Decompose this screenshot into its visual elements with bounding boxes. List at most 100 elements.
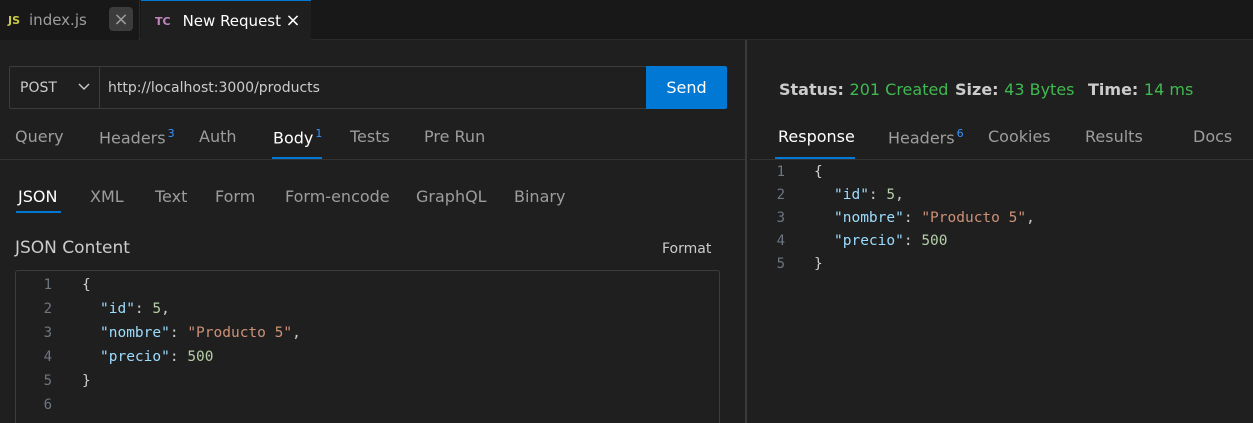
tab-text[interactable]: Text xyxy=(155,187,187,206)
active-tab-indicator xyxy=(272,157,322,159)
method-label: POST xyxy=(20,79,57,96)
javascript-file-icon: JS xyxy=(8,13,21,27)
tab-json[interactable]: JSON xyxy=(18,187,57,206)
code-token: "nombre" xyxy=(834,210,904,226)
tab-form-encode[interactable]: Form-encode xyxy=(285,187,390,206)
size-indicator: Size: 43 Bytes xyxy=(955,80,1075,99)
tab-binary[interactable]: Binary xyxy=(514,187,565,206)
code-line: "id": 5, xyxy=(100,301,170,317)
response-viewer: 1 2 3 4 5 { "id": 5, "nombre": "Producto… xyxy=(750,160,1253,423)
tab-new-request[interactable]: TC New Request × xyxy=(141,0,311,41)
tab-form[interactable]: Form xyxy=(215,187,255,206)
response-tabs: Response Headers 6 Cookies Results Docs xyxy=(750,124,1253,160)
editor-tab-bar: JS index.js × TC New Request × xyxy=(0,0,1253,41)
code-token: 5 xyxy=(152,301,162,317)
tab-label: Cookies xyxy=(988,127,1051,146)
thunder-client-icon: TC xyxy=(155,14,171,28)
tab-response[interactable]: Response xyxy=(778,127,855,146)
tab-pre-run[interactable]: Pre Run xyxy=(424,127,485,146)
size-label: Size: xyxy=(955,80,999,99)
tab-label: New Request xyxy=(182,12,281,30)
time-indicator: Time: 14 ms xyxy=(1088,80,1193,99)
line-number: 3 xyxy=(776,210,785,226)
pane-divider[interactable] xyxy=(745,40,747,423)
tab-label: Results xyxy=(1085,127,1143,146)
tab-label: Headers xyxy=(888,128,955,148)
code-token: "Producto 5" xyxy=(921,210,1027,226)
line-number: 2 xyxy=(43,301,52,317)
line-number: 6 xyxy=(43,397,52,413)
tab-results[interactable]: Results xyxy=(1085,127,1143,146)
url-input[interactable]: http://localhost:3000/products xyxy=(108,67,320,108)
code-line: } xyxy=(814,252,823,276)
code-line: } xyxy=(82,369,91,393)
count-badge: 3 xyxy=(167,127,175,140)
tab-body[interactable]: Body 1 xyxy=(273,127,322,147)
tab-headers[interactable]: Headers 3 xyxy=(99,127,175,147)
code-token: } xyxy=(814,256,823,272)
line-number: 4 xyxy=(776,233,785,249)
active-tab-indicator xyxy=(775,157,855,159)
line-number: 3 xyxy=(43,325,52,341)
tab-label: Query xyxy=(15,127,64,146)
code-line: "precio": 500 xyxy=(834,233,948,249)
code-token: "nombre" xyxy=(100,325,170,341)
format-button[interactable]: Format xyxy=(662,241,711,257)
code-line: "precio": 500 xyxy=(100,349,214,365)
code-token: } xyxy=(82,373,91,389)
code-token: { xyxy=(82,277,91,293)
line-number: 4 xyxy=(43,349,52,365)
time-label: Time: xyxy=(1088,80,1139,99)
status-indicator: Status: 201 Created xyxy=(779,80,948,99)
code-token: 5 xyxy=(886,187,896,203)
close-icon[interactable]: × xyxy=(281,8,305,32)
code-token: "precio" xyxy=(100,349,170,365)
time-value: 14 ms xyxy=(1143,80,1194,99)
code-token: "id" xyxy=(834,187,869,203)
line-number: 5 xyxy=(43,373,52,389)
tab-index-js[interactable]: JS index.js × xyxy=(0,0,140,40)
code-token: "precio" xyxy=(834,233,904,249)
code-line: "id": 5, xyxy=(834,187,904,203)
chevron-down-icon xyxy=(78,83,90,90)
request-tabs: Query Headers 3 Auth Body 1 Tests Pre Run xyxy=(0,124,745,160)
method-select[interactable]: POST xyxy=(10,67,100,108)
tab-label: Auth xyxy=(199,127,237,146)
tab-docs[interactable]: Docs xyxy=(1193,127,1232,146)
json-body-editor[interactable]: 1 2 3 4 5 6 { "id": 5, "nombre": "Produc… xyxy=(15,270,720,423)
line-number: 1 xyxy=(43,277,52,293)
line-number: 1 xyxy=(776,164,785,180)
tab-label: Response xyxy=(778,127,855,146)
status-value: 201 Created xyxy=(849,80,949,99)
code-token: 500 xyxy=(187,349,214,365)
code-token: "Producto 5" xyxy=(187,325,293,341)
active-subtab-indicator xyxy=(16,211,61,213)
close-icon[interactable]: × xyxy=(109,7,133,31)
tab-xml[interactable]: XML xyxy=(90,187,124,206)
tab-tests[interactable]: Tests xyxy=(350,127,390,146)
tab-label: Docs xyxy=(1193,127,1233,146)
code-token: "id" xyxy=(100,301,135,317)
tab-label: Headers xyxy=(99,128,166,148)
tab-label: Pre Run xyxy=(424,127,486,146)
send-button[interactable]: Send xyxy=(646,66,727,109)
status-label: Status: xyxy=(779,80,844,99)
count-badge: 6 xyxy=(956,127,964,140)
size-value: 43 Bytes xyxy=(1004,80,1075,99)
request-bar: POST http://localhost:3000/products Send xyxy=(9,66,727,109)
code-line: "nombre": "Producto 5", xyxy=(100,325,301,341)
line-number: 5 xyxy=(776,256,785,272)
tab-graphql[interactable]: GraphQL xyxy=(416,187,487,206)
tab-label: Body xyxy=(273,128,314,148)
tab-auth[interactable]: Auth xyxy=(199,127,237,146)
code-token: 500 xyxy=(921,233,948,249)
tab-response-headers[interactable]: Headers 6 xyxy=(888,127,964,147)
tab-label: Tests xyxy=(350,127,390,146)
code-line: { xyxy=(814,160,823,184)
line-number: 2 xyxy=(776,187,785,203)
code-line: { xyxy=(82,273,91,297)
tab-query[interactable]: Query xyxy=(15,127,64,146)
count-badge: 1 xyxy=(315,127,323,140)
code-line: "nombre": "Producto 5", xyxy=(834,210,1035,226)
tab-cookies[interactable]: Cookies xyxy=(988,127,1051,146)
